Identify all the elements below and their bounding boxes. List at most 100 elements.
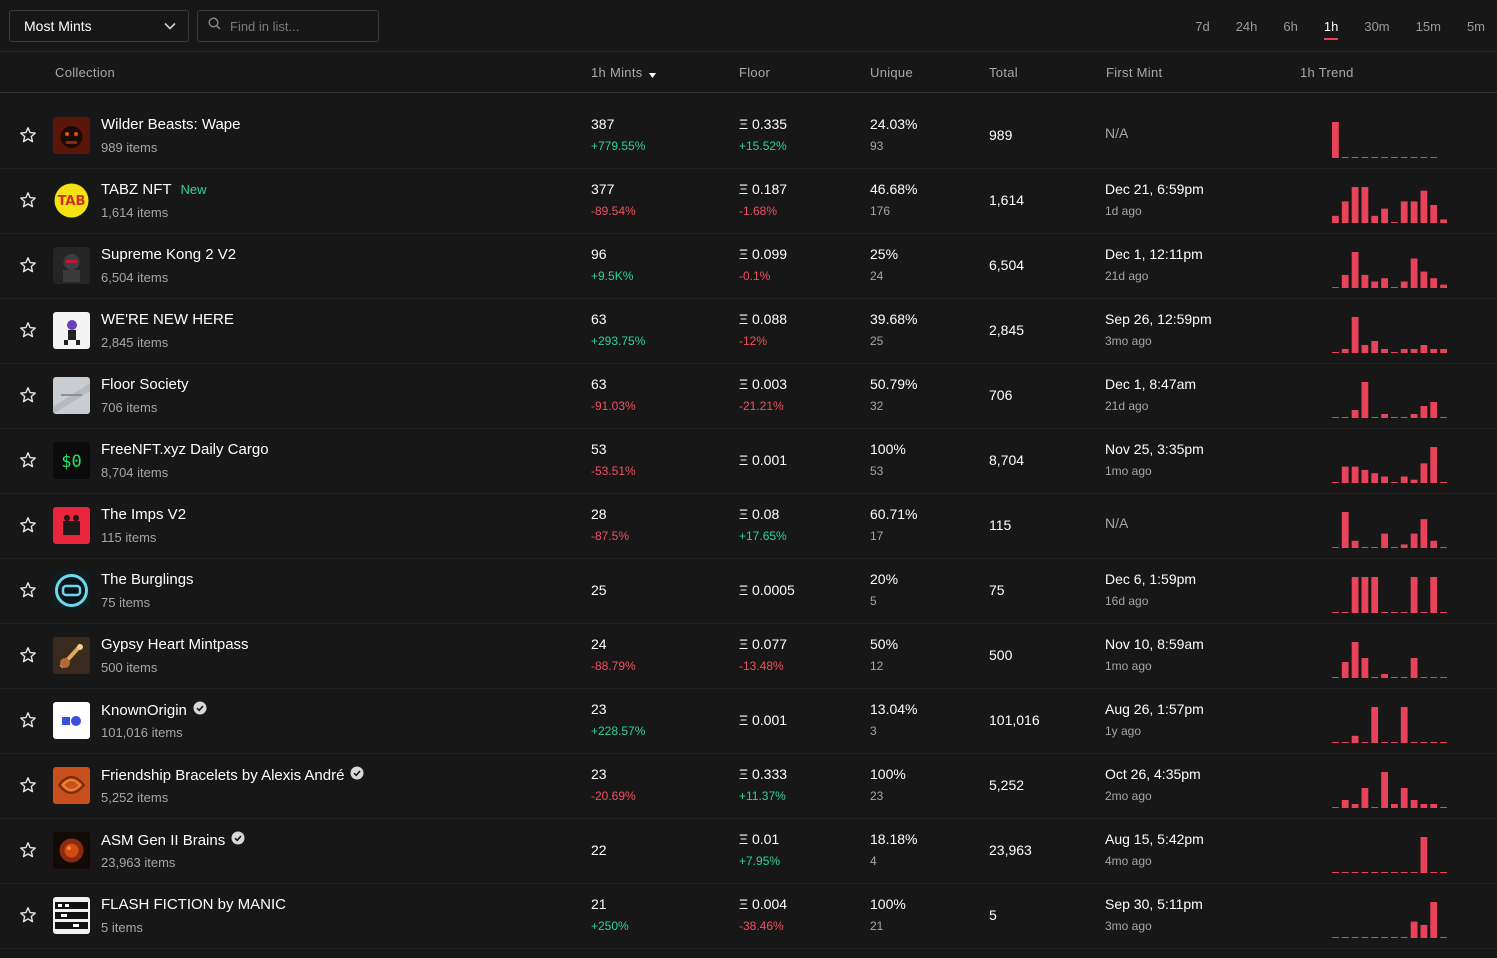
search-input[interactable] — [228, 17, 372, 35]
table-row[interactable]: TAB TABZ NFT New 1,614 items 377 -89.54% Ξ 0.1… — [0, 169, 1497, 234]
tab-7d[interactable]: 7d — [1195, 15, 1209, 38]
tab-5m[interactable]: 5m — [1467, 15, 1485, 38]
mints-change: +779.55% — [591, 139, 646, 153]
trend-sparkline — [1332, 902, 1447, 938]
column-header-first-mint[interactable]: First Mint — [1106, 65, 1162, 80]
table-row[interactable]: Gypsy Heart Mintpass 500 items 24 -88.79% Ξ … — [0, 624, 1497, 689]
favorite-star-icon[interactable] — [19, 126, 37, 144]
tab-15m[interactable]: 15m — [1416, 15, 1441, 38]
trend-bar — [1430, 205, 1438, 223]
friendship-bracelets-avatar[interactable] — [53, 767, 90, 804]
trend-bar — [1430, 872, 1438, 873]
favorite-star-icon[interactable] — [19, 776, 37, 794]
favorite-star-icon[interactable] — [19, 581, 37, 599]
tab-24h[interactable]: 24h — [1236, 15, 1258, 38]
unique-percent: 13.04% — [870, 701, 918, 717]
burglings-avatar[interactable] — [53, 572, 90, 609]
collection-name[interactable]: FreeNFT.xyz Daily Cargo — [101, 441, 269, 458]
trend-bar — [1361, 788, 1369, 808]
trend-bar — [1381, 772, 1388, 808]
collection-name[interactable]: Supreme Kong 2 V2 — [101, 246, 236, 263]
tab-6h[interactable]: 6h — [1283, 15, 1297, 38]
table-row[interactable]: ASM Gen II Brains 23,963 items 22 Ξ 0.01 +7.… — [0, 819, 1497, 884]
collection-name[interactable]: Gypsy Heart Mintpass — [101, 636, 249, 653]
table-row[interactable]: Floor Society 706 items 63 -91.03% Ξ 0.003 -2… — [0, 364, 1497, 429]
imps-avatar[interactable] — [53, 507, 90, 544]
trend-bar — [1440, 677, 1447, 678]
favorite-star-icon[interactable] — [19, 256, 37, 274]
favorite-star-icon[interactable] — [19, 646, 37, 664]
gypsy-heart-avatar[interactable] — [53, 637, 90, 674]
asm-brains-avatar[interactable] — [53, 832, 90, 869]
table-row[interactable]: Friendship Bracelets by Alexis André 5,25… — [0, 754, 1497, 819]
trend-bar — [1332, 417, 1339, 418]
column-header-mints[interactable]: 1h Mints — [591, 65, 656, 81]
table-row[interactable]: Supreme Kong 2 V2 6,504 items 96 +9.5K% Ξ 0.… — [0, 234, 1497, 299]
favorite-star-icon[interactable] — [19, 841, 37, 859]
trend-bar — [1430, 278, 1438, 288]
favorite-star-icon[interactable] — [19, 386, 37, 404]
collection-name[interactable]: TABZ NFT New — [101, 181, 207, 198]
trend-bar — [1440, 219, 1447, 223]
collection-name[interactable]: Wilder Beasts: Wape — [101, 116, 241, 133]
trend-bar — [1351, 410, 1359, 418]
trend-bar — [1410, 157, 1418, 158]
knownorigin-avatar[interactable] — [53, 702, 90, 739]
favorite-star-icon[interactable] — [19, 711, 37, 729]
trend-bar — [1420, 519, 1428, 548]
werenewhere-avatar[interactable] — [53, 312, 90, 349]
collection-name[interactable]: WE'RE NEW HERE — [101, 311, 234, 328]
trend-bar — [1391, 677, 1398, 678]
column-header-total[interactable]: Total — [989, 65, 1018, 80]
favorite-star-icon[interactable] — [19, 516, 37, 534]
table-row[interactable]: The Burglings 75 items 25 Ξ 0.0005 20% 5 75 Dec… — [0, 559, 1497, 624]
tab-1h[interactable]: 1h — [1323, 15, 1339, 40]
sort-select[interactable]: Most Mints — [9, 10, 189, 42]
kong-avatar[interactable] — [53, 247, 90, 284]
trend-bar — [1361, 157, 1369, 158]
table-row[interactable]: WE'RE NEW HERE 2,845 items 63 +293.75% Ξ 0.0… — [0, 299, 1497, 364]
table-row[interactable]: KnownOrigin 101,016 items 23 +228.57% Ξ 0.00… — [0, 689, 1497, 754]
trend-bar — [1440, 612, 1447, 613]
table-row[interactable]: FLASH FICTION by MANIC 5 items 21 +250% Ξ 0.… — [0, 884, 1497, 949]
trend-bar — [1351, 157, 1359, 158]
trend-bar — [1371, 872, 1379, 873]
collection-name[interactable]: Floor Society — [101, 376, 189, 393]
collection-name[interactable]: KnownOrigin — [101, 701, 207, 719]
tab-30m[interactable]: 30m — [1364, 15, 1389, 38]
mints-change: +9.5K% — [591, 269, 634, 283]
mints-change: -89.54% — [591, 204, 636, 218]
total-supply: 8,704 — [989, 452, 1025, 468]
table-row[interactable]: $0 FreeNFT.xyz Daily Cargo 8,704 items 53 -5… — [0, 429, 1497, 494]
table-row[interactable]: The Imps V2 115 items 28 -87.5% Ξ 0.08 +17.65… — [0, 494, 1497, 559]
tabz-avatar[interactable]: TAB — [53, 182, 90, 219]
trend-bar — [1420, 345, 1428, 353]
trend-bar — [1381, 612, 1388, 613]
trend-sparkline — [1332, 122, 1438, 158]
table-row[interactable]: Wilder Beasts: Wape 989 items 387 +779.55% Ξ… — [0, 104, 1497, 169]
collection-name[interactable]: Friendship Bracelets by Alexis André — [101, 766, 364, 784]
flash-fiction-avatar[interactable] — [53, 897, 90, 934]
collection-name[interactable]: The Imps V2 — [101, 506, 186, 523]
column-header-unique[interactable]: Unique — [870, 65, 913, 80]
favorite-star-icon[interactable] — [19, 451, 37, 469]
wape-avatar[interactable] — [53, 117, 90, 154]
column-header-floor[interactable]: Floor — [739, 65, 770, 80]
trend-bar — [1400, 937, 1408, 938]
trend-bar — [1410, 533, 1418, 548]
floor-society-avatar[interactable] — [53, 377, 90, 414]
first-mint-date: Dec 1, 8:47am — [1105, 376, 1197, 392]
column-header-collection[interactable]: Collection — [55, 65, 115, 80]
favorite-star-icon[interactable] — [19, 906, 37, 924]
freenft-avatar[interactable]: $0 — [53, 442, 90, 479]
search-box[interactable] — [197, 10, 379, 42]
collection-name[interactable]: FLASH FICTION by MANIC — [101, 896, 286, 913]
favorite-star-icon[interactable] — [19, 191, 37, 209]
unique-count: 17 — [870, 529, 884, 543]
collection-name[interactable]: ASM Gen II Brains — [101, 831, 245, 849]
trend-bar — [1361, 577, 1369, 613]
trend-bar — [1420, 612, 1428, 613]
favorite-star-icon[interactable] — [19, 321, 37, 339]
collection-name[interactable]: The Burglings — [101, 571, 194, 588]
unique-count: 3 — [870, 724, 877, 738]
